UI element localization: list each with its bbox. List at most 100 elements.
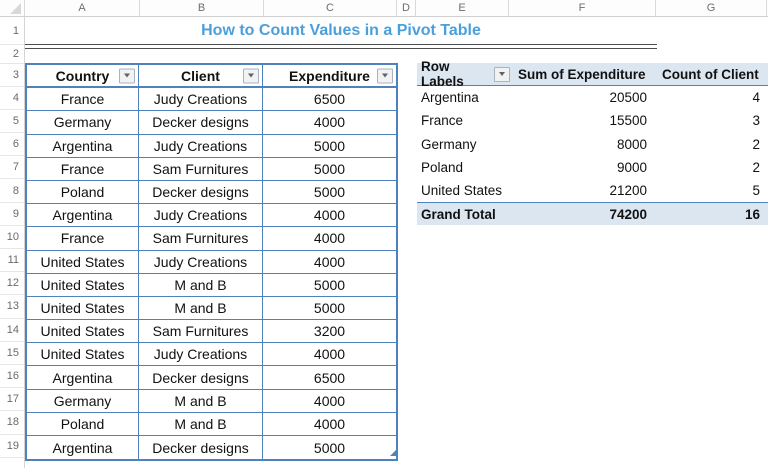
cell[interactable]: United States: [27, 250, 139, 274]
pivot-cell[interactable]: Germany: [417, 137, 510, 152]
pivot-cell[interactable]: 3: [657, 113, 768, 128]
cell[interactable]: Argentina: [27, 366, 139, 390]
row-header-12[interactable]: 12: [0, 272, 24, 296]
cell[interactable]: United States: [27, 320, 139, 344]
cell[interactable]: M and B: [139, 296, 263, 321]
filter-button-client[interactable]: [243, 68, 259, 84]
cell[interactable]: Poland: [27, 180, 139, 205]
row-header-13[interactable]: 13: [0, 295, 24, 319]
row-header-1[interactable]: 1: [0, 17, 24, 45]
pivot-header-row-labels[interactable]: Row Labels: [417, 59, 510, 89]
filter-button-expenditure[interactable]: [377, 68, 393, 84]
cell[interactable]: 3200: [263, 320, 396, 344]
row-header-6[interactable]: 6: [0, 133, 24, 157]
cell[interactable]: Poland: [27, 412, 139, 436]
row-header-18[interactable]: 18: [0, 411, 24, 435]
row-header-5[interactable]: 5: [0, 110, 24, 134]
cell[interactable]: Argentina: [27, 436, 139, 460]
cell[interactable]: 4000: [263, 204, 396, 228]
cell[interactable]: 4000: [263, 251, 396, 274]
pivot-cell[interactable]: 8000: [510, 137, 657, 152]
cell[interactable]: Sam Furnitures: [139, 157, 263, 181]
cell[interactable]: Judy Creations: [139, 343, 263, 367]
cell[interactable]: Sam Furnitures: [139, 227, 263, 251]
pivot-header-sum-of-expenditure[interactable]: Sum of Expenditure: [510, 67, 657, 82]
pivot-cell[interactable]: United States: [417, 183, 510, 198]
cell[interactable]: Decker designs: [139, 366, 263, 390]
row-labels-dropdown-button[interactable]: [494, 66, 510, 82]
pivot-cell[interactable]: 9000: [510, 160, 657, 175]
column-header-G[interactable]: G: [656, 0, 767, 16]
row-header-11[interactable]: 11: [0, 249, 24, 273]
column-header-B[interactable]: B: [140, 0, 264, 16]
row-header-14[interactable]: 14: [0, 319, 24, 342]
row-header-16[interactable]: 16: [0, 365, 24, 389]
cell[interactable]: 5000: [263, 274, 396, 297]
pivot-cell[interactable]: 2: [657, 160, 768, 175]
page-title[interactable]: How to Count Values in a Pivot Table: [25, 17, 657, 44]
pivot-cell[interactable]: 20500: [510, 90, 657, 105]
pivot-cell[interactable]: 4: [657, 90, 768, 105]
grand-total-cell[interactable]: 16: [657, 207, 768, 222]
column-header-C[interactable]: C: [264, 0, 397, 16]
cell[interactable]: 4000: [263, 343, 396, 367]
cell[interactable]: France: [27, 227, 139, 251]
cell[interactable]: 4000: [263, 111, 396, 135]
column-header-A[interactable]: A: [25, 0, 140, 16]
cell[interactable]: Decker designs: [139, 180, 263, 205]
pivot-cell[interactable]: Argentina: [417, 90, 510, 105]
table-resize-handle[interactable]: [390, 450, 396, 456]
row-header-19[interactable]: 19: [0, 435, 24, 458]
cell[interactable]: 4000: [263, 390, 396, 413]
cell[interactable]: France: [27, 157, 139, 181]
pivot-cell[interactable]: 15500: [510, 113, 657, 128]
pivot-cell[interactable]: France: [417, 113, 510, 128]
cell[interactable]: United States: [27, 273, 139, 297]
cell[interactable]: Germany: [27, 389, 139, 413]
source-header-client[interactable]: Client: [139, 65, 263, 89]
cell[interactable]: M and B: [139, 412, 263, 436]
cell[interactable]: 5000: [263, 436, 396, 459]
row-header-8[interactable]: 8: [0, 179, 24, 203]
cell[interactable]: Sam Furnitures: [139, 320, 263, 344]
row-header-17[interactable]: 17: [0, 388, 24, 412]
column-header-E[interactable]: E: [416, 0, 509, 16]
cell[interactable]: 5000: [263, 135, 396, 158]
row-header-3[interactable]: 3: [0, 64, 24, 87]
cell[interactable]: 6500: [263, 366, 396, 390]
row-header-9[interactable]: 9: [0, 203, 24, 226]
cell[interactable]: M and B: [139, 273, 263, 297]
cell[interactable]: Germany: [27, 111, 139, 135]
cell[interactable]: M and B: [139, 389, 263, 413]
cell[interactable]: Decker designs: [139, 111, 263, 135]
row-header-7[interactable]: 7: [0, 156, 24, 180]
cell[interactable]: Argentina: [27, 204, 139, 228]
cell[interactable]: 4000: [263, 413, 396, 436]
cell[interactable]: 5000: [263, 158, 396, 181]
row-header-4[interactable]: 4: [0, 87, 24, 110]
row-header-2[interactable]: 2: [0, 45, 24, 64]
cell[interactable]: 5000: [263, 297, 396, 321]
pivot-cell[interactable]: 5: [657, 183, 768, 198]
source-header-expenditure[interactable]: Expenditure: [263, 65, 396, 89]
cell[interactable]: 5000: [263, 181, 396, 205]
grand-total-cell[interactable]: Grand Total: [417, 207, 510, 222]
source-header-country[interactable]: Country: [27, 65, 139, 89]
pivot-cell[interactable]: 21200: [510, 183, 657, 198]
pivot-cell[interactable]: Poland: [417, 160, 510, 175]
cell[interactable]: Judy Creations: [139, 250, 263, 274]
cell[interactable]: France: [27, 88, 139, 112]
grand-total-cell[interactable]: 74200: [510, 207, 657, 222]
cell[interactable]: United States: [27, 296, 139, 321]
cell[interactable]: Judy Creations: [139, 204, 263, 228]
filter-button-country[interactable]: [119, 68, 135, 84]
cell[interactable]: Decker designs: [139, 436, 263, 460]
column-header-F[interactable]: F: [509, 0, 656, 16]
pivot-header-count-of-client[interactable]: Count of Client: [657, 67, 768, 82]
column-header-D[interactable]: D: [397, 0, 416, 16]
cell[interactable]: 6500: [263, 88, 396, 112]
cell[interactable]: 4000: [263, 227, 396, 251]
cell[interactable]: Judy Creations: [139, 88, 263, 112]
cell[interactable]: United States: [27, 343, 139, 367]
select-all-button[interactable]: [0, 0, 25, 16]
